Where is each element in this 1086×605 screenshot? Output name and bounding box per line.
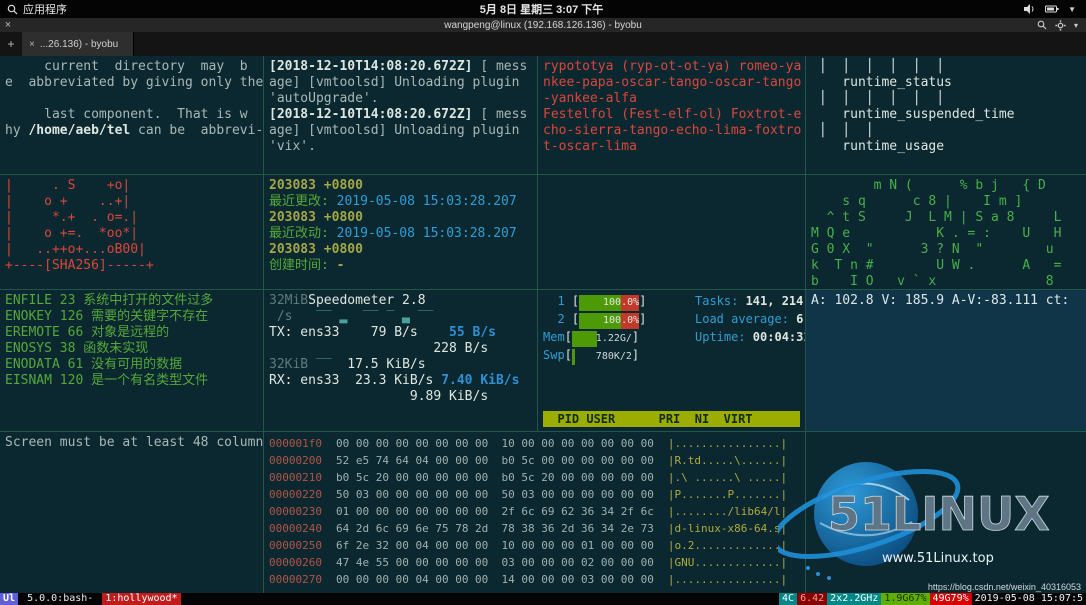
pane-empty-bottom-right[interactable] [806, 432, 1086, 593]
stat-line: 创建时间: - [269, 258, 532, 274]
pane-runtime-tree[interactable]: │ │ │ │ │ │ runtime_status │ │ │ │ │ │ r… [806, 56, 1086, 175]
hexdump-addresses: 000001f0 00000200 00000210 00000220 0000… [269, 435, 322, 588]
pane-stat-output[interactable]: 203083 +0800 最近更改: 2019-05-08 15:03:28.2… [264, 175, 538, 290]
gnome-top-bar: 应用程序 5月 8日 星期三 3:07 下午 ▼ [0, 0, 1086, 18]
battery-icon[interactable] [1045, 5, 1059, 13]
speed-line: 9.89 KiB/s [269, 389, 532, 405]
tab-bar: + × ...26.136) - byobu [0, 32, 1086, 56]
hexdump: 000001f0 00000200 00000210 00000220 0000… [269, 435, 800, 588]
byobu-logo-badge: Ul [0, 593, 18, 605]
log-line: 'vix'. [269, 139, 532, 155]
swp-meter: 780K/2 [572, 349, 632, 365]
speed-line: RX: ens33 23.3 KiB/s 7.40 KiB/s [269, 373, 532, 389]
terminal-text: last component. That is w [5, 107, 258, 123]
cpu-freq-badge: 2x2.2GHz [827, 593, 881, 605]
blog-url: https://blog.csdn.net/weixin_40316053 [928, 582, 1081, 592]
pane-ssh-randomart[interactable]: | . S +o| | o + ..+| | *.+ . o=.| | o +=… [0, 175, 264, 290]
htop-mem-row: Mem[1.22G/]Uptime: 00:04:31 [543, 329, 800, 347]
speed-line: 32KiB ‾‾ 17.5 KiB/s [269, 357, 532, 373]
terminal-text: current directory may b [5, 59, 258, 75]
current-window-label[interactable]: 1:hollywood* [102, 593, 180, 605]
session-label: 5.0.0:bash- [18, 593, 102, 605]
search-icon[interactable] [7, 4, 18, 15]
pane-phonetic[interactable]: rypototya (ryp-ot-ot-ya) romeo-ya nkee-p… [538, 56, 806, 175]
menu-chevron-icon[interactable]: ▾ [1074, 21, 1078, 30]
disk-badge: 49G79% [930, 593, 972, 605]
stat-line: 203083 +0800 [269, 178, 532, 194]
hexdump-ascii: |................| |R.td.....\......| |.… [668, 435, 787, 588]
memory-badge: 1.9G67% [881, 593, 929, 605]
pane-htop[interactable]: 1 [100.0%]Tasks: 141, 214 t 2 [100.0%]Lo… [538, 290, 806, 432]
volume-icon[interactable] [1024, 4, 1036, 14]
tab-close-icon[interactable]: × [29, 39, 35, 50]
htop-cpu2-row: 2 [100.0%]Load average: 6.4 [543, 311, 800, 329]
hexdump-bytes: 00 00 00 00 00 00 00 00 10 00 00 00 00 0… [336, 435, 654, 588]
tab-label: ...26.136) - byobu [40, 39, 118, 50]
window-title: wangpeng@linux (192.168.126.136) - byobu [0, 20, 1086, 31]
htop-swp-row: Swp[780K/2] [543, 347, 800, 365]
log-line: [2018-12-10T14:08:20.672Z] [ mess [269, 59, 532, 75]
chevron-down-icon[interactable]: ▼ [1068, 5, 1076, 14]
cpu-count-badge: 4C [779, 593, 797, 605]
speed-line: TX: ens33 79 B/s 55 B/s [269, 325, 532, 341]
speed-line: 32MiBSpeedometer 2.8 [269, 293, 532, 309]
new-tab-button[interactable]: + [0, 32, 22, 56]
log-line: age] [vmtoolsd] Unloading plugin [269, 75, 532, 91]
cpu1-meter: 100.0% [579, 295, 639, 311]
pane-screen-message[interactable]: Screen must be at least 48 column [0, 432, 264, 593]
log-line: age] [vmtoolsd] Unloading plugin [269, 123, 532, 139]
tab-byobu[interactable]: × ...26.136) - byobu [22, 32, 134, 56]
stat-line: 最近改动: 2019-05-08 15:03:28.207 [269, 226, 532, 242]
pane-cmatrix[interactable]: m N ( % b j { D s q c 8 | I m ] ^ t S J … [806, 175, 1086, 290]
av-stats-text: A: 102.8 V: 185.9 A-V:-83.111 ct: [811, 293, 1081, 309]
window-title-bar: × wangpeng@linux (192.168.126.136) - byo… [0, 18, 1086, 32]
gear-icon[interactable] [1055, 20, 1066, 31]
terminal-search-icon[interactable] [1037, 20, 1047, 30]
randomart-text: | . S +o| | o + ..+| | *.+ . o=.| | o +=… [5, 178, 258, 274]
cmatrix-text: m N ( % b j { D s q c 8 | I m ] ^ t S J … [811, 178, 1081, 290]
pane-man-page[interactable]: current directory may b e abbreviated by… [0, 56, 264, 175]
terminal-text: hy /home/aeb/tel can be abbrevi- [5, 123, 258, 139]
htop-column-header: PID USER PRI NI VIRT [543, 411, 800, 427]
window-close-button[interactable]: × [0, 19, 16, 31]
clock[interactable]: 5月 8日 星期三 3:07 下午 [480, 1, 603, 17]
pane-hexdump[interactable]: 000001f0 00000200 00000210 00000220 0000… [264, 432, 806, 593]
phonetic-text: rypototya (ryp-ot-ot-ya) romeo-ya nkee-p… [543, 59, 800, 155]
pane-vmtoolsd-log[interactable]: [2018-12-10T14:08:20.672Z] [ mess age] [… [264, 56, 538, 175]
speed-line: 228 B/s [269, 341, 532, 357]
applications-menu[interactable]: 应用程序 [23, 1, 67, 17]
pane-speedometer[interactable]: 32MiBSpeedometer 2.8 /s ‾‾ ▂ ‾‾ ‾ ▃ ‾‾ T… [264, 290, 538, 432]
cpu2-meter: 100.0% [579, 313, 639, 329]
stat-line: 203083 +0800 [269, 242, 532, 258]
log-line: 'autoUpgrade'. [269, 91, 532, 107]
pane-empty[interactable] [538, 175, 806, 290]
runtime-tree-text: │ │ │ │ │ │ runtime_status │ │ │ │ │ │ r… [811, 59, 1081, 155]
mem-meter: 1.22G/ [572, 331, 632, 347]
pane-errno-list[interactable]: ENFILE 23 系统中打开的文件过多 ENOKEY 126 需要的关键字不存… [0, 290, 264, 432]
load-badge: 6.42 [797, 593, 827, 605]
speed-line: /s ‾‾ ▂ ‾‾ ‾ ▃ ‾‾ [269, 309, 532, 325]
htop-cpu1-row: 1 [100.0%]Tasks: 141, 214 t [543, 293, 800, 311]
terminal-screen[interactable]: current directory may b e abbreviated by… [0, 56, 1086, 593]
terminal-text: e abbreviated by giving only the [5, 75, 258, 91]
byobu-status-bar: Ul 5.0.0:bash- 1:hollywood* 4C 6.42 2x2.… [0, 593, 1086, 605]
stat-line: 最近更改: 2019-05-08 15:03:28.207 [269, 194, 532, 210]
stat-line: 203083 +0800 [269, 210, 532, 226]
log-line: [2018-12-10T14:08:20.672Z] [ mess [269, 107, 532, 123]
pane-av-stats[interactable]: A: 102.8 V: 185.9 A-V:-83.111 ct: [806, 290, 1086, 432]
status-clock: 2019-05-08 15:07:5 [972, 593, 1086, 605]
errno-text: ENFILE 23 系统中打开的文件过多 ENOKEY 126 需要的关键字不存… [5, 293, 258, 389]
screen-message-text: Screen must be at least 48 column [5, 435, 258, 451]
